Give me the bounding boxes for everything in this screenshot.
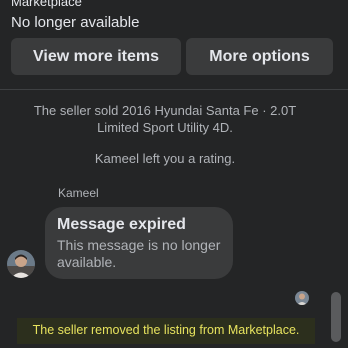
- listing-header: Marketplace No longer available View mor…: [0, 0, 348, 90]
- message-body: This message is no longer available.: [57, 237, 221, 270]
- message-title: Message expired: [57, 216, 186, 233]
- header-divider: [0, 89, 348, 90]
- avatar-photo-icon: [7, 250, 35, 278]
- sold-notice: The seller sold 2016 Hyundai Santa Fe · …: [33, 103, 297, 135]
- marketplace-chat-panel: Marketplace No longer available View mor…: [0, 0, 348, 348]
- listing-status: No longer available: [11, 14, 140, 31]
- sender-avatar[interactable]: [7, 250, 35, 278]
- seen-receipt-avatar: [295, 291, 309, 305]
- removed-notice: The seller removed the listing from Mark…: [32, 323, 300, 337]
- seen-avatar-icon: [295, 291, 309, 305]
- rating-notice: Kameel left you a rating.: [94, 151, 236, 166]
- more-options-button[interactable]: More options: [186, 38, 333, 75]
- listing-category: Marketplace: [11, 0, 82, 9]
- scrollbar-thumb[interactable]: [331, 292, 341, 342]
- view-more-items-button[interactable]: View more items: [11, 38, 181, 75]
- sender-name: Kameel: [58, 186, 99, 200]
- message-bubble[interactable]: Message expired This message is no longe…: [45, 207, 233, 279]
